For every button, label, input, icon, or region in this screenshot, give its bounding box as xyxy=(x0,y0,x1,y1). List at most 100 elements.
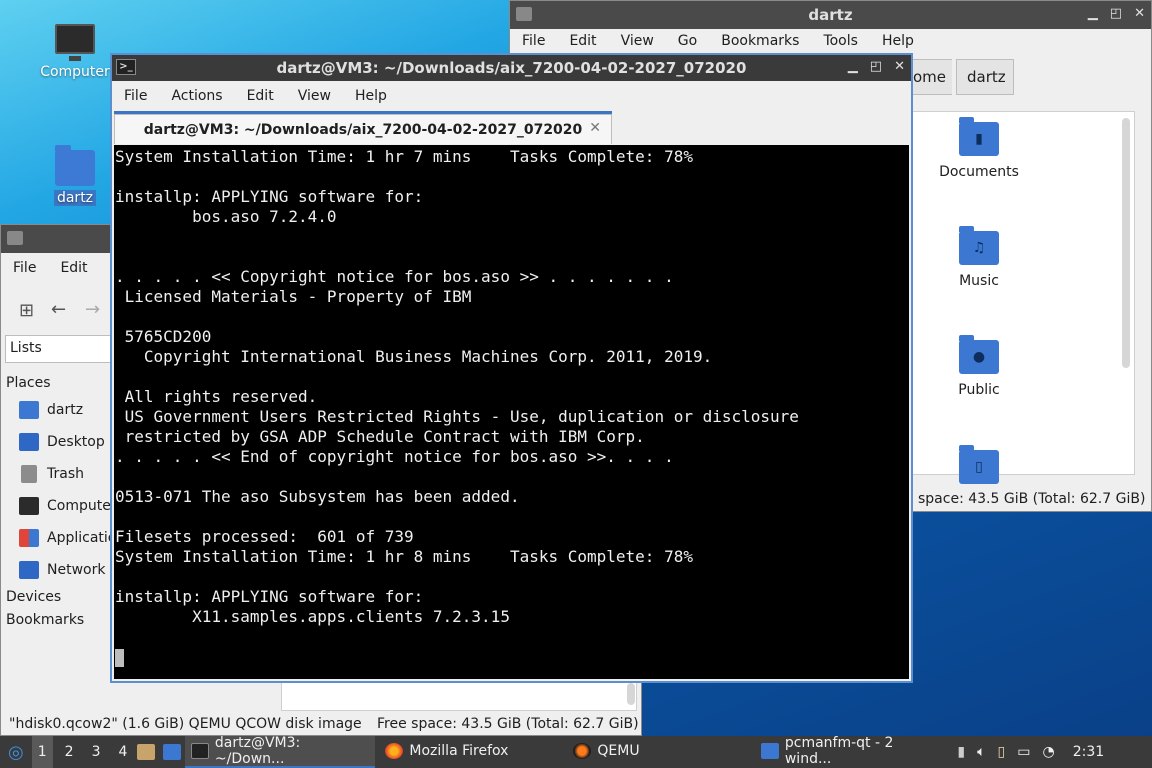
show-desktop-icon[interactable] xyxy=(163,744,182,760)
folder-templates[interactable]: ▯ xyxy=(929,445,1029,492)
notification-icon[interactable]: ◔ xyxy=(1042,744,1054,760)
sidebar-item-desktop[interactable]: Desktop xyxy=(19,433,105,451)
desktop-home-icon[interactable]: dartz xyxy=(30,145,120,206)
menu-actions[interactable]: Actions xyxy=(159,88,234,104)
applications-icon xyxy=(19,529,39,547)
menu-edit[interactable]: Edit xyxy=(557,33,608,49)
menu-view[interactable]: View xyxy=(609,33,666,49)
folder-public[interactable]: ● Public xyxy=(929,335,1029,398)
task-label: QEMU xyxy=(597,743,640,759)
menu-tools[interactable]: Tools xyxy=(811,33,870,49)
close-tab-icon[interactable]: ✕ xyxy=(589,120,601,136)
status-bar-text: space: 43.5 GiB (Total: 62.7 GiB) xyxy=(918,491,1146,507)
folder-icon xyxy=(516,7,532,21)
menu-go[interactable]: Go xyxy=(666,33,709,49)
menu-edit[interactable]: Edit xyxy=(235,88,286,104)
folder-icon xyxy=(7,231,23,245)
desktop-computer-icon[interactable]: Computer xyxy=(30,24,120,80)
app-menu-icon: ◎ xyxy=(8,741,24,763)
terminal-line: Copyright International Business Machine… xyxy=(115,347,713,366)
workspace-3[interactable]: 3 xyxy=(86,736,107,768)
terminal-output[interactable]: System Installation Time: 1 hr 7 mins Ta… xyxy=(114,145,909,679)
app-menu-button[interactable]: ◎ xyxy=(0,736,32,768)
task-firefox[interactable]: Mozilla Firefox xyxy=(375,736,565,768)
window-title: dartz xyxy=(808,6,853,24)
new-tab-icon[interactable]: ⊞ xyxy=(19,300,34,321)
close-button[interactable]: ✕ xyxy=(1134,6,1145,21)
sidebar-item-network[interactable]: Network xyxy=(19,561,105,579)
window-title: dartz@VM3: ~/Downloads/aix_7200-04-02-20… xyxy=(276,59,747,77)
workspace-4[interactable]: 4 xyxy=(112,736,133,768)
menubar: File Actions Edit View Help xyxy=(112,81,911,111)
maximize-button[interactable]: ◰ xyxy=(1110,6,1122,21)
volume-icon[interactable]: 🔈︎ xyxy=(977,744,985,760)
terminal-line: 5765CD200 xyxy=(115,327,212,346)
sidebar-item-label: dartz xyxy=(47,402,84,418)
menu-file[interactable]: File xyxy=(510,33,557,49)
menu-help[interactable]: Help xyxy=(870,33,926,49)
sidebar-item-trash[interactable]: Trash xyxy=(19,465,84,483)
folder-icon xyxy=(761,743,779,759)
terminal-line: System Installation Time: 1 hr 8 mins Ta… xyxy=(115,547,693,566)
computer-icon xyxy=(19,497,39,515)
sidebar-item-applications[interactable]: Applicatic xyxy=(19,529,115,547)
task-terminal[interactable]: dartz@VM3: ~/Down... xyxy=(185,735,376,768)
menu-help[interactable]: Help xyxy=(343,88,399,104)
sidebar-item-computer[interactable]: Compute xyxy=(19,497,111,515)
file-manager-launcher-icon[interactable] xyxy=(137,744,156,760)
back-arrow-icon[interactable]: ← xyxy=(51,299,66,320)
folder-music[interactable]: ♫ Music xyxy=(929,226,1029,289)
folder-documents[interactable]: ▮ Documents xyxy=(929,117,1029,180)
sidebar-item-dartz[interactable]: dartz xyxy=(19,401,83,419)
menu-file[interactable]: File xyxy=(112,88,159,104)
terminal-line: US Government Users Restricted Rights - … xyxy=(115,407,799,426)
forward-arrow-icon[interactable]: → xyxy=(85,299,100,320)
sidebar-item-label: Trash xyxy=(47,466,84,482)
terminal-window: >_ dartz@VM3: ~/Downloads/aix_7200-04-02… xyxy=(110,53,913,683)
network-tray-icon[interactable]: ▭ xyxy=(1017,744,1030,760)
maximize-button[interactable]: ◰ xyxy=(870,59,882,74)
quick-launch xyxy=(133,736,185,768)
network-icon xyxy=(19,561,39,579)
bookmarks-header[interactable]: Bookmarks xyxy=(6,612,84,628)
terminal-tab[interactable]: dartz@VM3: ~/Downloads/aix_7200-04-02-20… xyxy=(114,114,612,144)
task-pcmanfm[interactable]: pcmanfm-qt - 2 wind... xyxy=(755,735,945,768)
close-button[interactable]: ✕ xyxy=(894,59,905,74)
window-titlebar[interactable]: dartz ▁ ◰ ✕ xyxy=(510,1,1151,29)
window-titlebar[interactable]: >_ dartz@VM3: ~/Downloads/aix_7200-04-02… xyxy=(112,55,911,81)
firefox-icon xyxy=(385,743,404,759)
side-pane-mode-select[interactable]: Lists xyxy=(5,335,115,363)
menu-view[interactable]: View xyxy=(286,88,343,104)
workspace-1[interactable]: 1 xyxy=(31,736,53,768)
clipboard-icon[interactable]: ▮ xyxy=(957,744,965,760)
menu-bookmarks[interactable]: Bookmarks xyxy=(709,33,811,49)
folder-label: Documents xyxy=(939,164,1019,180)
minimize-button[interactable]: ▁ xyxy=(848,59,858,74)
qemu-icon xyxy=(573,743,592,759)
devices-header[interactable]: Devices xyxy=(6,589,61,605)
path-button-dartz[interactable]: dartz xyxy=(956,59,1014,95)
places-header: Places xyxy=(6,375,51,391)
minimize-button[interactable]: ▁ xyxy=(1088,6,1098,21)
home-icon xyxy=(19,401,39,419)
terminal-line: bos.aso 7.2.4.0 xyxy=(115,207,337,226)
menu-edit[interactable]: Edit xyxy=(48,260,99,276)
terminal-cursor-line xyxy=(115,647,909,667)
task-qemu[interactable]: QEMU xyxy=(565,736,755,768)
system-tray: ▮ 🔈︎ ▯ ▭ ◔ 2:31 xyxy=(951,736,1110,768)
workspace-2[interactable]: 2 xyxy=(59,736,80,768)
clock[interactable]: 2:31 xyxy=(1073,744,1104,760)
terminal-line: installp: APPLYING software for: xyxy=(115,187,424,206)
vertical-scrollbar[interactable] xyxy=(1122,118,1130,368)
notes-icon[interactable]: ▯ xyxy=(998,744,1006,760)
vertical-scrollbar[interactable] xyxy=(627,683,635,705)
status-bar-selection: "hdisk0.qcow2" (1.6 GiB) QEMU QCOW disk … xyxy=(9,716,362,732)
menu-file[interactable]: File xyxy=(1,260,48,276)
terminal-tab-label: dartz@VM3: ~/Downloads/aix_7200-04-02-20… xyxy=(143,121,583,138)
terminal-icon: >_ xyxy=(116,59,136,75)
